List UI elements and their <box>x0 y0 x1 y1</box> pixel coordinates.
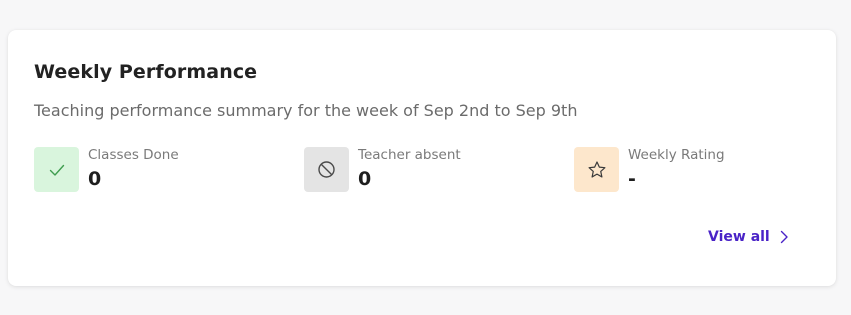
stat-label: Classes Done <box>88 147 179 163</box>
stat-value: 0 <box>358 168 372 190</box>
card-title: Weekly Performance <box>34 61 258 83</box>
view-all-label: View all <box>708 229 770 245</box>
stat-value: 0 <box>88 168 102 190</box>
view-all-link[interactable]: View all <box>708 226 789 248</box>
card-subtitle: Teaching performance summary for the wee… <box>34 101 578 120</box>
stat-value: - <box>628 168 636 190</box>
weekly-rating-icon-box <box>574 147 619 192</box>
classes-done-icon-box <box>34 147 79 192</box>
stat-label: Teacher absent <box>358 147 461 163</box>
check-icon <box>48 161 66 179</box>
teacher-absent-icon-box <box>304 147 349 192</box>
weekly-performance-card: Weekly Performance Teaching performance … <box>8 30 836 286</box>
no-entry-icon <box>317 160 336 179</box>
chevron-right-icon <box>780 230 789 244</box>
stat-label: Weekly Rating <box>628 147 725 163</box>
star-icon <box>587 160 607 180</box>
